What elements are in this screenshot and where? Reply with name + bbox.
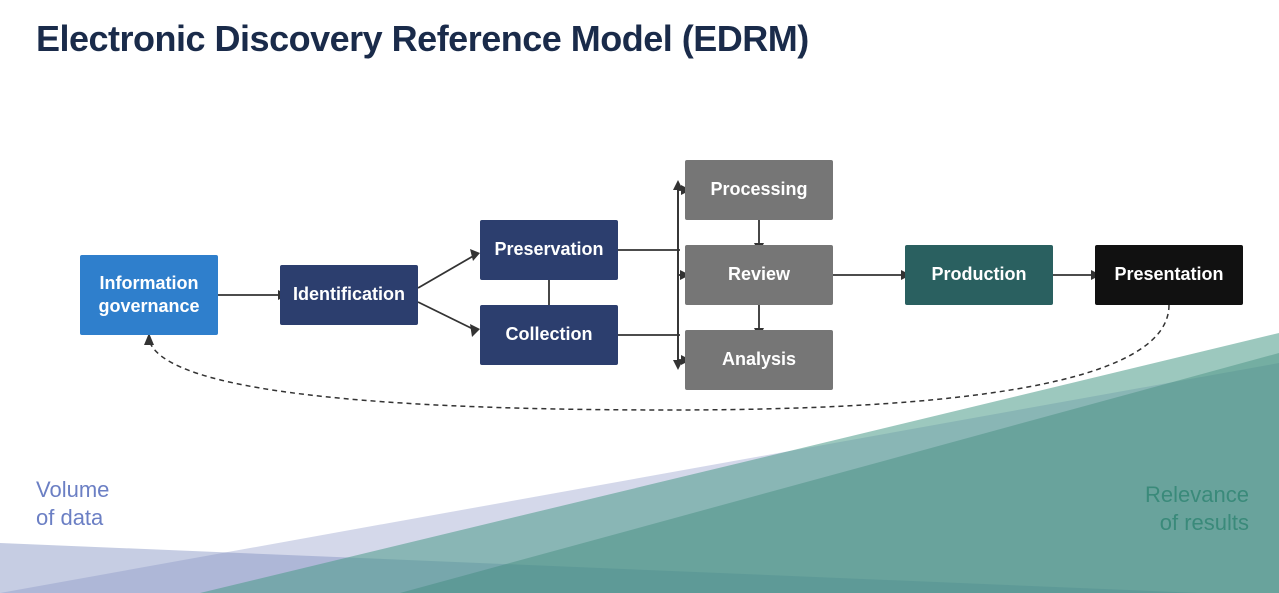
processing-box: Processing — [685, 160, 833, 220]
main-container: Electronic Discovery Reference Model (ED… — [0, 0, 1279, 593]
relevance-label: Relevanceof results — [1145, 481, 1249, 538]
presentation-box: Presentation — [1095, 245, 1243, 305]
collection-box: Collection — [480, 305, 618, 365]
review-box: Review — [685, 245, 833, 305]
diagram: Information governance Identification Pr… — [30, 100, 1250, 440]
volume-label: Volumeof data — [36, 476, 109, 533]
page-title: Electronic Discovery Reference Model (ED… — [36, 18, 809, 60]
preservation-box: Preservation — [480, 220, 618, 280]
production-box: Production — [905, 245, 1053, 305]
identification-box: Identification — [280, 265, 418, 325]
info-gov-box: Information governance — [80, 255, 218, 335]
analysis-box: Analysis — [685, 330, 833, 390]
